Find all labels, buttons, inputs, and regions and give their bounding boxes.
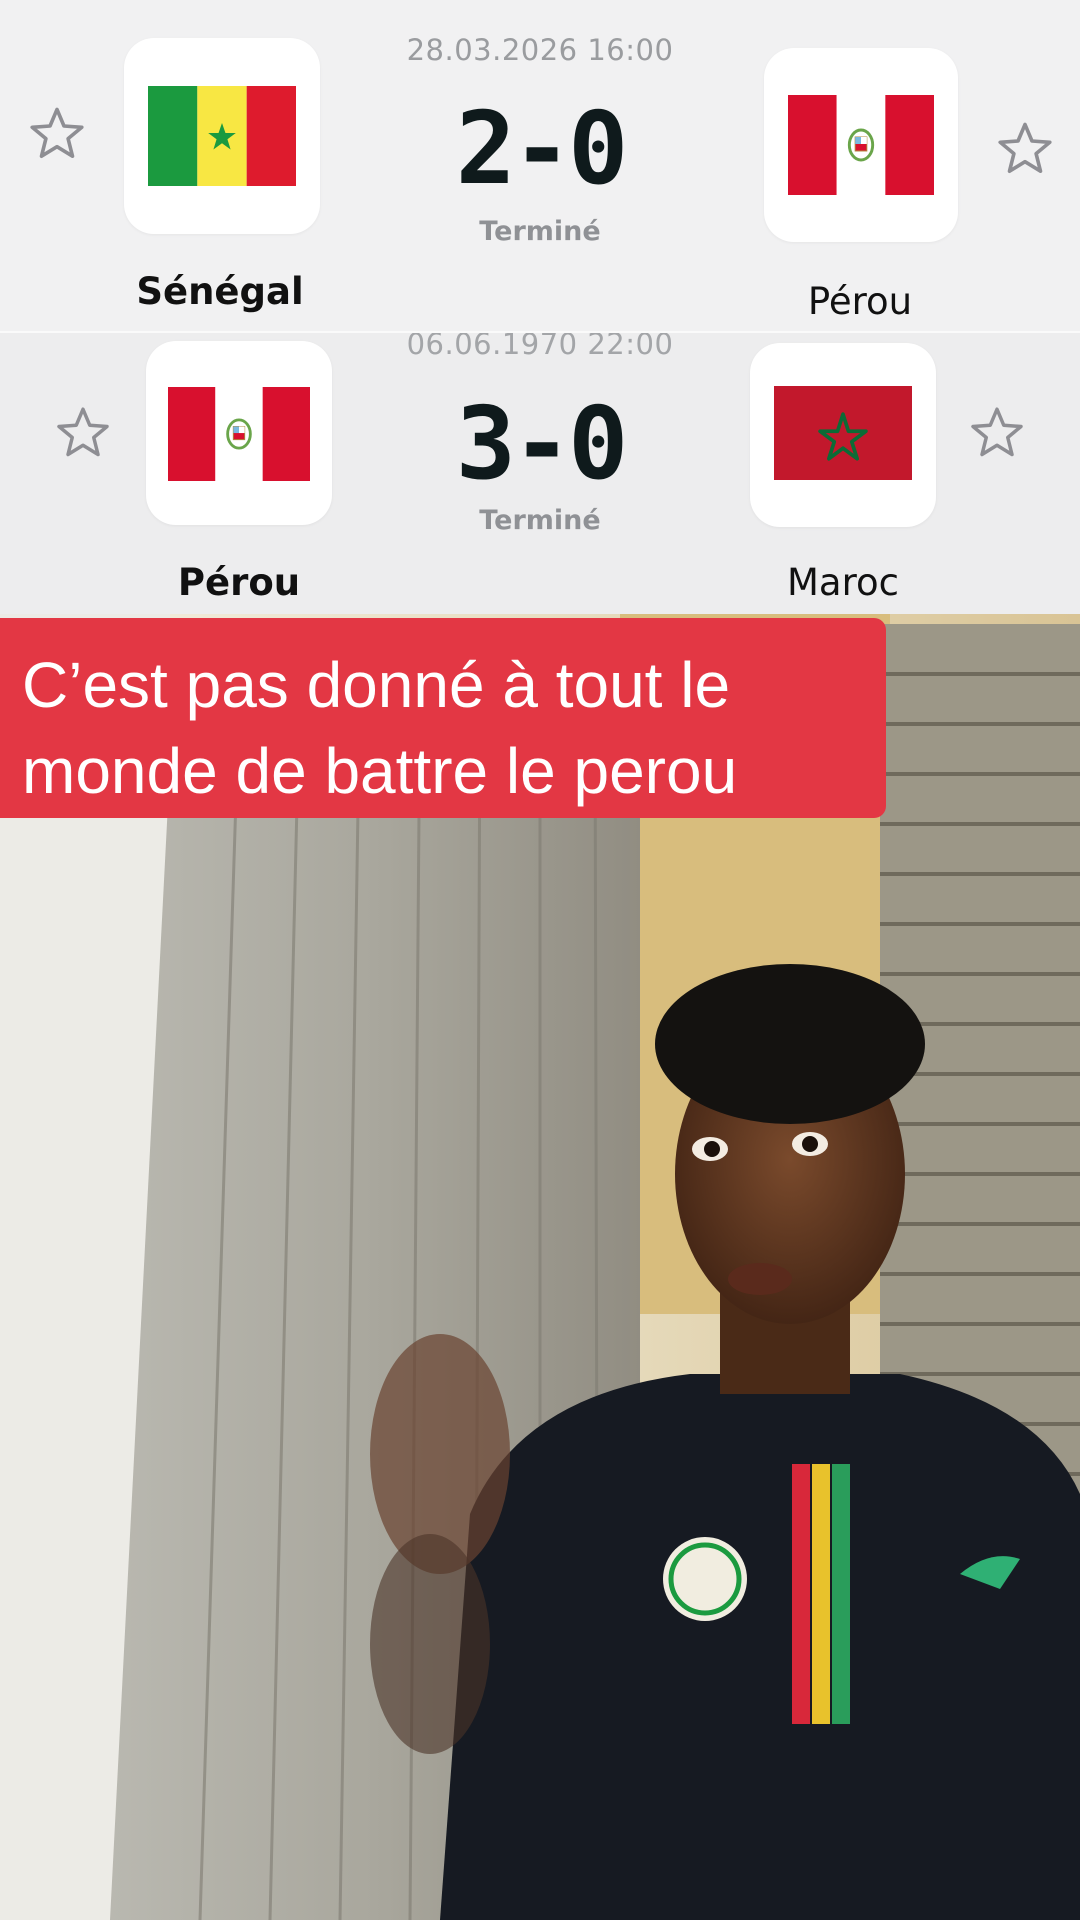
away-team-logo[interactable] xyxy=(750,343,936,527)
peru-flag xyxy=(168,387,310,481)
peru-flag xyxy=(788,95,934,195)
home-team-logo[interactable] xyxy=(146,341,332,525)
away-team-name: Pérou xyxy=(807,280,913,323)
caption-line-2: monde de battre le perou xyxy=(22,735,738,807)
match-datetime: 28.03.2026 16:00 xyxy=(406,33,674,67)
match-status: Terminé xyxy=(479,505,601,536)
home-team-name: Sénégal xyxy=(136,270,304,313)
match-card[interactable]: Pérou 06.06.1970 22:00 3-0 Terminé Maroc xyxy=(0,333,1080,614)
home-team-logo[interactable] xyxy=(124,38,320,234)
match-datetime: 06.06.1970 22:00 xyxy=(406,333,674,361)
favorite-star-icon[interactable] xyxy=(53,403,113,463)
away-team-logo[interactable] xyxy=(764,48,958,242)
caption-line-1: C’est pas donné à tout le xyxy=(22,649,731,721)
favorite-star-icon[interactable] xyxy=(967,403,1027,463)
away-team-name: Maroc xyxy=(787,561,899,604)
home-team-name: Pérou xyxy=(177,561,301,604)
favorite-star-icon[interactable] xyxy=(994,118,1056,180)
match-card[interactable]: Sénégal 28.03.2026 16:00 2-0 Terminé Pér… xyxy=(0,0,1080,333)
match-status: Terminé xyxy=(479,216,601,247)
match-score: 2-0 xyxy=(455,90,629,207)
morocco-flag xyxy=(774,386,912,480)
caption-banner: C’est pas donné à tout le monde de battr… xyxy=(0,618,886,818)
senegal-flag xyxy=(148,86,296,186)
match-score: 3-0 xyxy=(455,385,629,502)
favorite-star-icon[interactable] xyxy=(26,103,88,165)
